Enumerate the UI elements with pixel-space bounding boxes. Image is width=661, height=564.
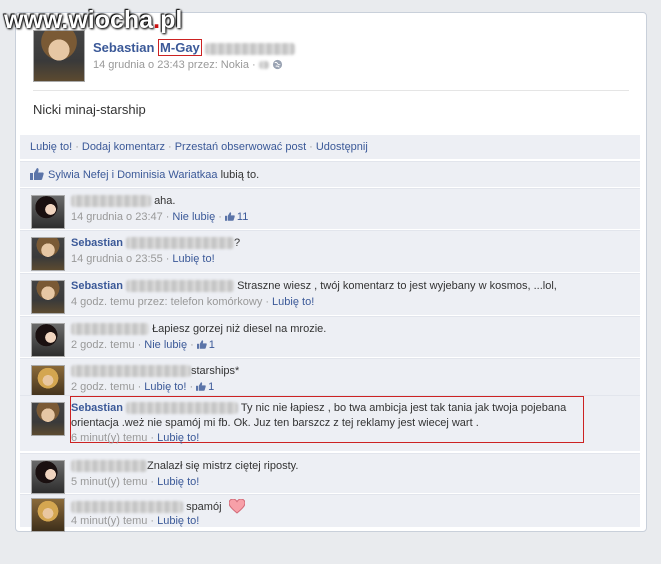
heart-icon xyxy=(228,499,245,514)
commenter-name[interactable]: Sebastian xyxy=(71,280,123,292)
comment-meta: 14 grudnia o 23:55 · Lubię to! xyxy=(71,253,215,265)
commenter-avatar[interactable] xyxy=(31,460,65,494)
comment-timestamp: 14 grudnia o 23:47 xyxy=(71,211,163,223)
blurred-name xyxy=(205,42,296,55)
comment-body: Znalazł się mistrz ciętej riposty. xyxy=(71,459,630,474)
comment-meta: 4 godz. temu przez: telefon komórkowy · Lu… xyxy=(71,296,315,308)
comment-like-link[interactable]: Lubię to! xyxy=(157,476,199,488)
comment-timestamp: 4 godz. temu przez: telefon komórkowy xyxy=(71,296,263,308)
comment-meta: 6 minut(y) temu · Lubię to! xyxy=(71,432,200,444)
commenter-name[interactable]: Sebastian xyxy=(71,402,123,414)
blurred-name xyxy=(126,237,235,250)
comment-text: Straszne wiesz , twój komentarz to jest … xyxy=(237,280,557,292)
comment-item: aha. 14 grudnia o 23:47 · Nie lubię · 11 xyxy=(20,188,640,229)
commenter-name[interactable]: Sebastian xyxy=(71,237,123,249)
comment-item: Sebastian Straszne wiesz , twój komentar… xyxy=(20,273,640,315)
comment-meta: 2 godz. temu · Lubię to! · 1 xyxy=(71,381,215,393)
comment-body: starships* xyxy=(71,364,630,379)
blurred-name xyxy=(126,280,235,293)
comment-like-link[interactable]: Lubię to! xyxy=(157,515,199,527)
watermark: www.wiocha.pl xyxy=(4,6,183,34)
comment-text: Łapiesz gorzej niż diesel na mrozie. xyxy=(152,323,327,335)
comment-timestamp: 14 grudnia o 23:55 xyxy=(71,253,163,265)
commenter-avatar[interactable] xyxy=(31,402,65,436)
commenter-avatar[interactable] xyxy=(31,498,65,532)
comment-text: Znalazł się mistrz ciętej riposty. xyxy=(147,460,299,472)
comment-body: Sebastian Straszne wiesz , twój komentar… xyxy=(71,279,630,294)
comment-meta: 14 grudnia o 23:47 · Nie lubię · 11 xyxy=(71,211,249,223)
commenter-avatar[interactable] xyxy=(31,365,65,399)
comment-body: Sebastian ? xyxy=(71,236,630,251)
author-avatar[interactable] xyxy=(33,30,85,82)
comment-timestamp: 2 godz. temu xyxy=(71,381,135,393)
comment-like-link[interactable]: Nie lubię xyxy=(172,211,215,223)
comment-meta: 5 minut(y) temu · Lubię to! xyxy=(71,476,200,488)
comment-like-count[interactable]: 1 xyxy=(209,339,215,351)
comment-item: spamój 4 minut(y) temu · Lubię to! xyxy=(20,494,640,532)
thumbs-up-icon xyxy=(224,212,235,221)
blurred-name xyxy=(71,460,147,473)
comment-body: Sebastian Ty nic nie łapiesz , bo twa am… xyxy=(71,401,590,431)
blurred-name xyxy=(126,402,239,415)
post-actions-bar: Lubię to! · Dodaj komentarz · Przestań obser… xyxy=(20,135,640,159)
commenter-avatar[interactable] xyxy=(31,280,65,314)
unfollow-post-link[interactable]: Przestań obserwować post xyxy=(175,141,306,153)
blurred-name xyxy=(71,365,191,378)
post-meta: 14 grudnia o 23:43 przez: Nokia · xyxy=(93,59,283,71)
comment-body: Łapiesz gorzej niż diesel na mrozie. xyxy=(71,322,630,337)
post-author: Sebastian M-Gay xyxy=(93,39,296,56)
author-name-link[interactable]: Sebastian xyxy=(93,40,154,55)
comment-text: ? xyxy=(234,237,241,249)
comment-text: spamój xyxy=(186,501,222,513)
comment-item: Znalazł się mistrz ciętej riposty. 5 min… xyxy=(20,453,640,494)
commenter-avatar[interactable] xyxy=(31,323,65,357)
likers-names-link[interactable]: Sylwia Nefej i Dominisia Wariatkaa xyxy=(48,169,218,181)
post-timestamp: 14 grudnia o 23:43 przez: Nokia · xyxy=(93,59,256,71)
blurred-name xyxy=(71,323,149,336)
comment-meta: 4 minut(y) temu · Lubię to! xyxy=(71,515,200,527)
post-text: Nicki minaj-starship xyxy=(33,102,146,117)
likes-summary: Sylwia Nefej i Dominisia Wariatkaa lubią… xyxy=(20,161,640,187)
comment-body: spamój xyxy=(71,499,630,515)
comment-like-link[interactable]: Nie lubię xyxy=(144,339,187,351)
comment-item: Sebastian Ty nic nie łapiesz , bo twa am… xyxy=(20,395,640,451)
comment-item: starships* 2 godz. temu · Lubię to! · 1 xyxy=(20,358,640,399)
like-post-link[interactable]: Lubię to! xyxy=(30,141,72,153)
thumbs-up-icon xyxy=(30,168,44,180)
post-divider xyxy=(33,90,629,91)
thumbs-up-icon xyxy=(196,340,207,349)
thumbs-up-icon xyxy=(196,382,206,391)
blurred-meta xyxy=(258,61,269,70)
comment-like-link[interactable]: Lubię to! xyxy=(157,432,199,444)
comment-text: aha. xyxy=(154,195,176,207)
comment-item: Łapiesz gorzej niż diesel na mrozie. 2 g… xyxy=(20,316,640,357)
likes-suffix: lubią to. xyxy=(217,169,260,181)
comment-timestamp: 4 minut(y) temu xyxy=(71,515,148,527)
comment-like-link[interactable]: Lubię to! xyxy=(144,381,186,393)
comment-like-link[interactable]: Lubię to! xyxy=(172,253,214,265)
comment-like-link[interactable]: Lubię to! xyxy=(272,296,314,308)
comment-timestamp: 6 minut(y) temu xyxy=(71,432,148,444)
comment-item: Sebastian ? 14 grudnia o 23:55 · Lubię to! xyxy=(20,230,640,272)
comment-timestamp: 2 godz. temu xyxy=(71,339,135,351)
commenter-avatar[interactable] xyxy=(31,237,65,271)
comment-timestamp: 5 minut(y) temu xyxy=(71,476,148,488)
post-card: Sebastian M-Gay 14 grudnia o 23:43 przez… xyxy=(15,12,647,532)
comment-meta: 2 godz. temu · Nie lubię · 1 xyxy=(71,339,215,351)
comment-like-count[interactable]: 11 xyxy=(237,211,248,223)
comment-like-count[interactable]: 1 xyxy=(208,381,214,393)
add-comment-link[interactable]: Dodaj komentarz xyxy=(82,141,165,153)
separator-dot: · xyxy=(309,141,313,153)
separator-dot: · xyxy=(75,141,79,153)
share-link[interactable]: Udostępnij xyxy=(316,141,368,153)
commenter-avatar[interactable] xyxy=(31,195,65,229)
author-surname-highlight[interactable]: M-Gay xyxy=(158,39,202,56)
comment-text: starships* xyxy=(191,365,240,377)
comment-body: aha. xyxy=(71,194,630,209)
separator-dot: · xyxy=(168,141,172,153)
blurred-name xyxy=(71,501,183,514)
blurred-name xyxy=(71,195,151,208)
globe-icon xyxy=(272,59,282,70)
